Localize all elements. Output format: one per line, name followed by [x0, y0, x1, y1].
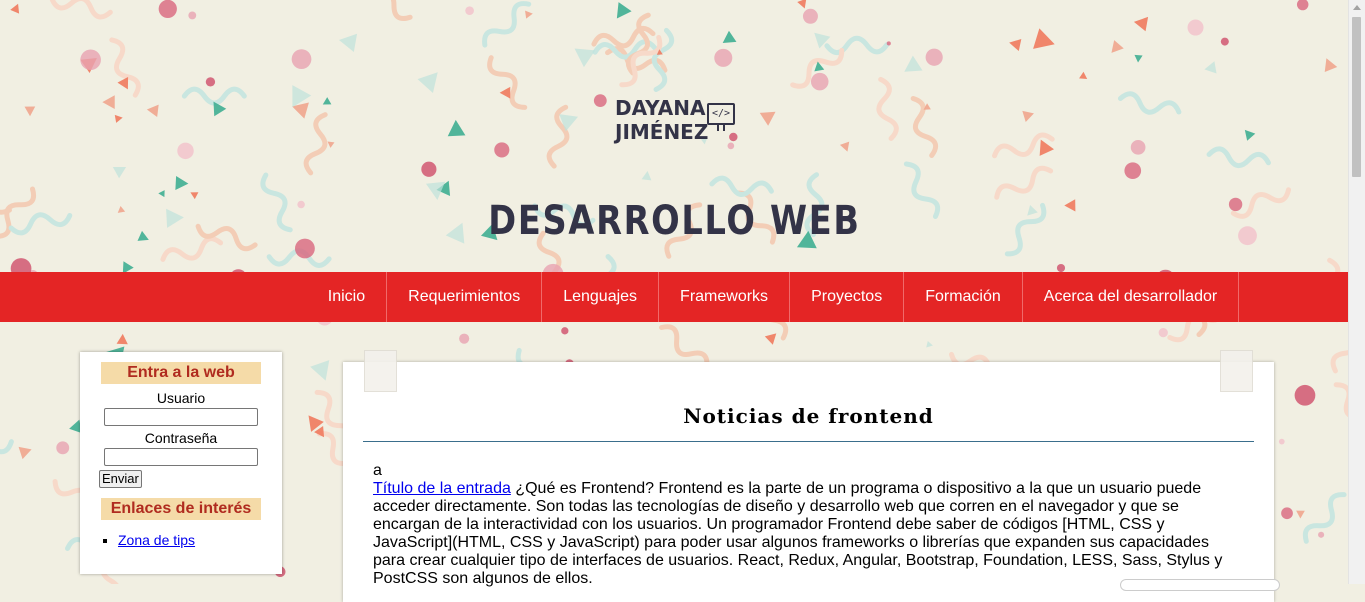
background-squiggle: [0, 435, 14, 467]
nav-item-proyectos[interactable]: Proyectos: [790, 272, 904, 322]
background-dot: [1318, 532, 1324, 538]
scroll-up-icon[interactable]: [1353, 5, 1361, 10]
background-squiggle: [1329, 315, 1349, 375]
article-content: a Título de la entrada ¿Qué es Frontend?…: [343, 442, 1274, 588]
tape-decoration: [1220, 350, 1253, 392]
background-triangle: [310, 360, 335, 384]
sidebar: Entra a la web Usuario Contraseña Enviar…: [80, 352, 282, 574]
site-logo[interactable]: DAYANA JIMÉNEZ </>: [613, 97, 738, 149]
background-squiggle: [1301, 490, 1349, 545]
background-dot: [56, 441, 69, 454]
scrollbar-thumb[interactable]: [1352, 17, 1361, 177]
nav-item-inicio[interactable]: Inicio: [300, 272, 387, 322]
entry-title-link[interactable]: Título de la entrada: [373, 480, 511, 497]
main-navigation: Inicio Requerimientos Lenguajes Framewor…: [0, 272, 1349, 322]
vertical-scrollbar[interactable]: [1348, 0, 1365, 584]
background-triangle: [19, 443, 34, 459]
login-form: Usuario Contraseña Enviar: [80, 390, 282, 488]
background-squiggle: [1330, 381, 1349, 438]
nav-item-acerca[interactable]: Acerca del desarrollador: [1023, 272, 1239, 322]
background-dot: [1281, 507, 1293, 519]
background-dot: [459, 334, 469, 344]
nav-item-requerimientos[interactable]: Requerimientos: [387, 272, 542, 322]
nav-item-frameworks[interactable]: Frameworks: [659, 272, 790, 322]
submit-button[interactable]: Enviar: [99, 470, 142, 488]
list-item: Zona de tips: [118, 532, 282, 548]
nav-item-formacion[interactable]: Formación: [904, 272, 1023, 322]
tape-decoration: [364, 350, 397, 392]
nav-item-lenguajes[interactable]: Lenguajes: [542, 272, 659, 322]
background-dot: [1295, 385, 1316, 406]
floating-widget[interactable]: [1120, 579, 1280, 591]
username-label: Usuario: [80, 390, 282, 407]
page-title: Noticias de frontend: [343, 404, 1274, 428]
background-triangle: [1296, 511, 1305, 519]
stray-text: a: [373, 462, 1244, 480]
background-triangle: [765, 329, 780, 344]
main-content: Noticias de frontend a Título de la entr…: [343, 362, 1274, 602]
links-list: Zona de tips: [80, 532, 282, 548]
password-input[interactable]: [104, 448, 258, 466]
background-triangle: [926, 341, 933, 349]
background-triangle: [117, 334, 129, 345]
logo-name-last: JIMÉNEZ: [615, 121, 708, 144]
background-dot: [1159, 328, 1168, 337]
code-monitor-icon: </>: [707, 103, 735, 125]
site-header: DAYANA JIMÉNEZ </> DESARROLLO WEB: [0, 0, 1349, 272]
login-heading: Entra a la web: [101, 362, 261, 384]
background-dot: [1279, 439, 1285, 445]
monitor-stand-icon: [717, 125, 725, 131]
background-dot: [561, 327, 568, 334]
logo-name-first: DAYANA: [615, 97, 705, 120]
links-heading: Enlaces de interés: [101, 498, 261, 520]
username-input[interactable]: [104, 408, 258, 426]
site-title: DESARROLLO WEB: [108, 198, 1241, 244]
link-zona-de-tips[interactable]: Zona de tips: [118, 532, 195, 548]
password-label: Contraseña: [80, 430, 282, 447]
